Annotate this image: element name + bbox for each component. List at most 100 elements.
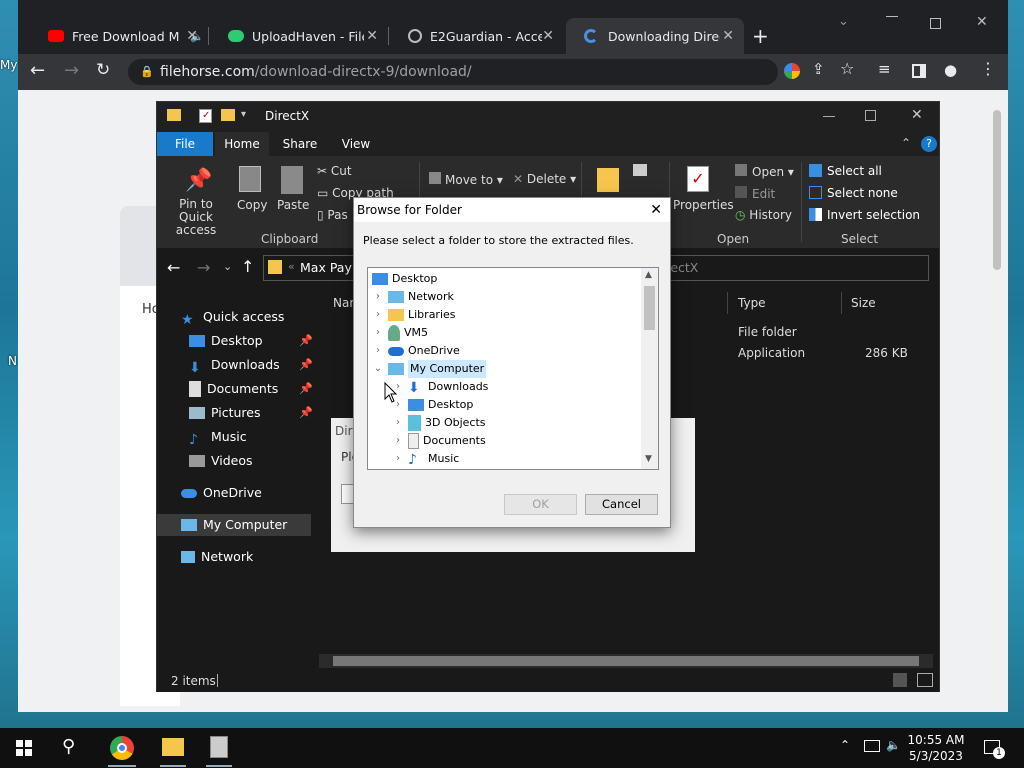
chevron-up-icon[interactable]: ⌃ [840,738,850,752]
tab-filehorse[interactable]: Downloading Direct ✕ [566,18,744,54]
back-icon[interactable]: ← [30,60,45,81]
nav-onedrive[interactable]: OneDrive [181,482,262,504]
desktop-icon-label[interactable]: My [0,58,17,72]
minimize-icon[interactable] [823,116,835,117]
close-window-icon[interactable]: ✕ [976,14,988,30]
tab-home[interactable]: Home [215,132,269,156]
clock[interactable]: 10:55 AM 5/3/2023 [906,732,966,764]
tree-item-3d-objects[interactable]: › 3D Objects [392,414,486,432]
address-bar[interactable]: 🔒 filehorse.com/download-directx-9/downl… [128,59,778,85]
nav-quick-access[interactable]: ★ Quick access [181,306,284,328]
reload-icon[interactable]: ↻ [96,60,110,80]
select-all-button[interactable]: Select all [809,164,882,178]
column-name[interactable]: Nar [333,296,354,310]
network-tray-icon[interactable] [864,740,880,752]
nav-desktop[interactable]: Desktop [189,330,263,352]
column-type[interactable]: Type [738,296,766,310]
invert-selection-button[interactable]: Invert selection [809,208,920,222]
tree-item-my-computer[interactable]: ⌄ My Computer [372,360,487,378]
delete-button[interactable]: ✕ Delete ▾ [513,172,576,186]
tree-item-vm5[interactable]: › VM5 [372,324,428,342]
close-icon[interactable]: ✕ [911,107,923,123]
tree-item-downloads[interactable]: › ⬇ Downloads [392,378,488,396]
tab-view[interactable]: View [329,132,383,156]
scroll-up-icon[interactable]: ▲ [645,270,652,280]
tab-share[interactable]: Share [273,132,327,156]
tab-youtube[interactable]: Free Download M 🔈 ✕ [30,18,208,54]
reading-list-icon[interactable]: ≡ [878,60,891,78]
paste-shortcut-button[interactable]: ▯ Pas [317,208,348,222]
properties-button[interactable]: Properties [673,198,734,212]
maximize-icon[interactable] [930,18,941,29]
share-icon[interactable]: ⇪ [812,60,825,78]
close-icon[interactable]: ✕ [366,28,378,44]
open-button[interactable]: Open ▾ [735,164,794,179]
tree-item-network[interactable]: › Network [372,288,454,306]
forward-icon[interactable]: → [64,60,79,81]
select-none-button[interactable]: Select none [809,186,898,200]
nav-music[interactable]: ♪ Music [189,426,247,448]
tab-file[interactable]: File [157,132,213,156]
chevron-right-icon[interactable]: › [372,342,384,360]
bookmark-star-icon[interactable]: ☆ [840,59,854,78]
horizontal-scrollbar[interactable] [319,654,933,668]
close-icon[interactable]: ✕ [650,198,662,222]
chevron-right-icon[interactable]: › [372,288,384,306]
maximize-icon[interactable] [865,110,876,121]
column-size[interactable]: Size [851,296,876,310]
nav-downloads[interactable]: ⬇ Downloads [189,354,280,376]
breadcrumb[interactable]: Max Payn [300,260,360,275]
search-icon[interactable]: ⚲ [62,736,75,757]
recent-locations-icon[interactable]: ⌄ [223,260,232,273]
notification-icon[interactable]: 1 [984,740,1005,759]
tree-scrollbar[interactable]: ▲ ▼ [641,268,658,469]
forward-icon[interactable]: → [197,258,210,277]
row-size[interactable]: 286 KB [865,346,908,360]
close-icon[interactable]: ✕ [542,28,554,44]
desktop-icon-label[interactable]: N [8,354,17,368]
chrome-taskbar-icon[interactable] [110,736,134,760]
row-type[interactable]: Application [738,346,805,360]
nav-videos[interactable]: Videos [189,450,253,472]
tab-search-icon[interactable]: ⌄ [838,14,849,29]
nav-my-computer[interactable]: My Computer [157,514,311,536]
installer-taskbar-icon[interactable] [210,736,228,758]
folder-tree[interactable]: Desktop › Network › Libraries › VM5 › OneDri… [367,267,659,470]
large-icons-view-icon[interactable] [917,673,933,687]
scroll-thumb[interactable] [993,110,1001,270]
tab-e2guardian[interactable]: E2Guardian - Access ✕ [390,18,564,54]
file-explorer-taskbar-icon[interactable] [162,738,184,756]
start-button[interactable] [16,740,32,756]
minimize-icon[interactable] [886,16,898,17]
chevron-right-icon[interactable]: › [392,450,404,468]
details-view-icon[interactable] [893,673,907,687]
menu-icon[interactable]: ⋮ [980,59,996,78]
tree-item-libraries[interactable]: › Libraries [372,306,456,324]
scroll-thumb[interactable] [333,656,919,666]
side-panel-icon[interactable] [912,64,926,78]
collapse-ribbon-icon[interactable]: ⌃ [901,136,911,150]
nav-documents[interactable]: Documents [189,378,278,400]
google-icon[interactable] [784,63,800,79]
nav-pictures[interactable]: Pictures [189,402,261,424]
chevron-down-icon[interactable]: ⌄ [372,360,384,378]
scroll-thumb[interactable] [644,286,655,330]
help-icon[interactable]: ? [921,136,937,152]
chevron-right-icon[interactable]: › [372,324,384,342]
up-icon[interactable]: ↑ [241,257,254,276]
tree-item-desktop[interactable]: Desktop [372,270,437,288]
new-folder-icon[interactable] [597,168,619,192]
tree-item-documents[interactable]: › Documents [392,432,486,450]
history-button[interactable]: ◷ History [735,208,792,222]
volume-icon[interactable]: 🔈 [886,738,901,752]
tab-uploadhaven[interactable]: UploadHaven - File S ✕ [210,18,388,54]
tree-item-desktop-sub[interactable]: › Desktop [392,396,473,414]
cancel-button[interactable]: Cancel [585,494,658,515]
new-tab-button[interactable]: + [752,24,769,48]
scroll-down-icon[interactable]: ▼ [645,454,652,464]
profile-icon[interactable]: ● [944,61,957,79]
new-item-icon[interactable] [633,164,647,176]
chevron-right-icon[interactable]: › [392,432,404,450]
nav-network[interactable]: Network [181,546,253,568]
chevron-right-icon[interactable]: › [372,306,384,324]
